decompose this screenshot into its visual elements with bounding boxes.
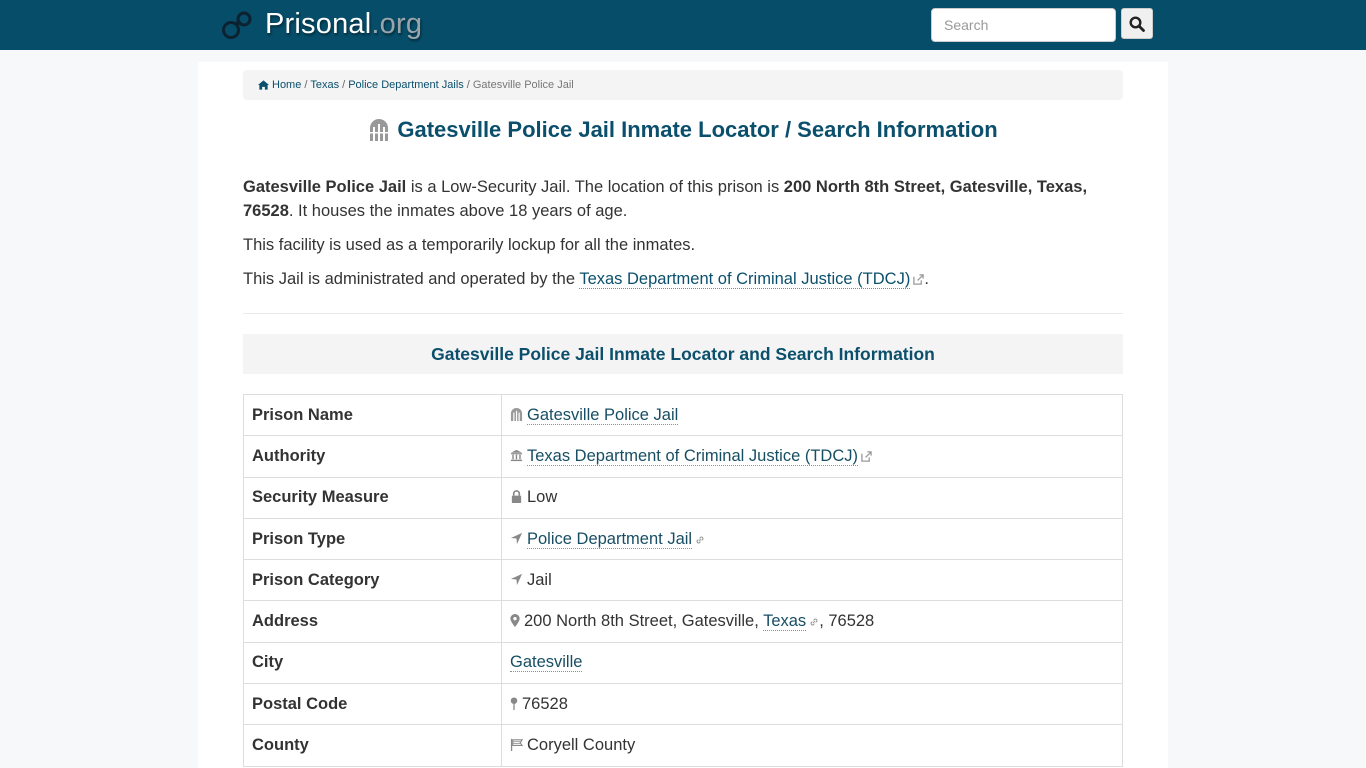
breadcrumb-separator: / [342, 79, 346, 91]
breadcrumb-police-department-jails[interactable]: Police Department Jails [348, 79, 464, 91]
prison-name-link[interactable]: Gatesville Police Jail [527, 405, 679, 425]
security-measure-value: Low [527, 488, 558, 507]
breadcrumb-home[interactable]: Home [272, 79, 301, 91]
prison-gate-icon [370, 119, 389, 141]
row-value: Jail [501, 559, 1123, 602]
link-icon [810, 618, 818, 626]
page-title-text: Gatesville Police Jail Inmate Locator / … [397, 117, 998, 142]
row-value: 200 North 8th Street, Gatesville, Texas,… [501, 600, 1123, 643]
breadcrumb-texas[interactable]: Texas [310, 79, 339, 91]
top-navbar: Prisonal.org [0, 0, 1366, 50]
row-label: Prison Type [243, 517, 502, 561]
external-link-icon [913, 274, 925, 285]
row-value: Coryell County [501, 724, 1123, 767]
intro-text-fragment: This Jail is administrated and operated … [243, 270, 580, 288]
row-value: Low [501, 476, 1123, 519]
breadcrumb-current: Gatesville Police Jail [472, 79, 574, 91]
map-marker-icon [510, 614, 520, 628]
link-icon [696, 536, 704, 544]
prison-type-link[interactable]: Police Department Jail [527, 529, 693, 549]
address-street: 200 North 8th Street, Gatesville, [524, 612, 764, 631]
content-panel: Home / Texas / Police Department Jails /… [198, 62, 1168, 768]
county-value: Coryell County [527, 736, 636, 755]
postal-code-value: 76528 [522, 694, 568, 713]
logo-name: Prisonal [265, 8, 372, 40]
row-value: Gatesville [501, 641, 1123, 685]
intro-text-fragment: is a Low-Security Jail. The location of … [406, 178, 784, 196]
prison-category-value: Jail [527, 570, 552, 589]
row-value: Gatesville Police Jail [501, 393, 1123, 437]
row-value: 76528 [501, 683, 1123, 726]
table-row: Address 200 North 8th Street, Gatesville… [243, 600, 1123, 643]
breadcrumb-separator: / [304, 79, 308, 91]
section-heading: Gatesville Police Jail Inmate Locator an… [243, 334, 1123, 374]
row-value: Police Department Jail [501, 517, 1123, 561]
table-row: Prison Type Police Department Jail [243, 517, 1123, 561]
location-arrow-icon [510, 573, 523, 585]
breadcrumb-separator: / [466, 79, 470, 91]
intro-paragraph-1: Gatesville Police Jail is a Low-Security… [243, 175, 1123, 223]
prison-info-table: Prison Name Gatesville Police Jail Autho… [243, 393, 1123, 767]
tdcj-link[interactable]: Texas Department of Criminal Justice (TD… [579, 270, 911, 289]
row-label: County [243, 724, 502, 767]
table-row: Postal Code 76528 [243, 683, 1123, 726]
handcuffs-icon [222, 11, 252, 39]
row-label: Prison Name [243, 393, 502, 437]
address-state-link[interactable]: Texas [763, 612, 807, 632]
intro-paragraph-3: This Jail is administrated and operated … [243, 267, 1123, 291]
home-icon [258, 80, 269, 90]
intro-paragraph-2: This facility is used as a temporarily l… [243, 236, 696, 254]
row-label: City [243, 641, 502, 685]
intro-text-fragment: . It houses the inmates above 18 years o… [288, 202, 628, 220]
search-input[interactable] [931, 8, 1116, 42]
table-row: Security Measure Low [243, 476, 1123, 519]
search-icon [1129, 15, 1145, 32]
location-arrow-icon [510, 532, 523, 544]
table-row: Authority Texas Department of Criminal J… [243, 435, 1123, 478]
map-pin-icon [510, 697, 518, 710]
prison-gate-icon [510, 407, 523, 421]
authority-link[interactable]: Texas Department of Criminal Justice (TD… [527, 446, 858, 466]
table-row: City Gatesville [243, 641, 1123, 685]
table-row: County Coryell County [243, 724, 1123, 767]
lock-icon [511, 490, 522, 504]
row-label: Authority [243, 435, 502, 478]
intro-text: Gatesville Police Jail is a Low-Security… [243, 175, 1123, 301]
address-postal: , 76528 [819, 612, 875, 631]
logo-tld: .org [371, 8, 423, 40]
facility-name: Gatesville Police Jail [243, 178, 407, 196]
search-form [931, 8, 1153, 42]
row-label: Postal Code [243, 683, 502, 726]
intro-text-fragment: . [924, 270, 929, 288]
row-value: Texas Department of Criminal Justice (TD… [501, 435, 1123, 478]
table-row: Prison Category Jail [243, 559, 1123, 602]
page-title: Gatesville Police Jail Inmate Locator / … [243, 117, 1123, 143]
city-link[interactable]: Gatesville [510, 653, 583, 673]
table-row: Prison Name Gatesville Police Jail [243, 393, 1123, 437]
external-link-icon [861, 451, 872, 462]
row-label: Security Measure [243, 476, 502, 519]
institution-icon [510, 449, 523, 462]
site-logo[interactable]: Prisonal.org [221, 8, 422, 41]
row-label: Address [243, 600, 502, 643]
flag-icon [510, 738, 523, 752]
row-label: Prison Category [243, 559, 502, 602]
breadcrumb: Home / Texas / Police Department Jails /… [243, 70, 1123, 100]
section-divider [243, 313, 1123, 314]
search-button[interactable] [1121, 8, 1153, 39]
